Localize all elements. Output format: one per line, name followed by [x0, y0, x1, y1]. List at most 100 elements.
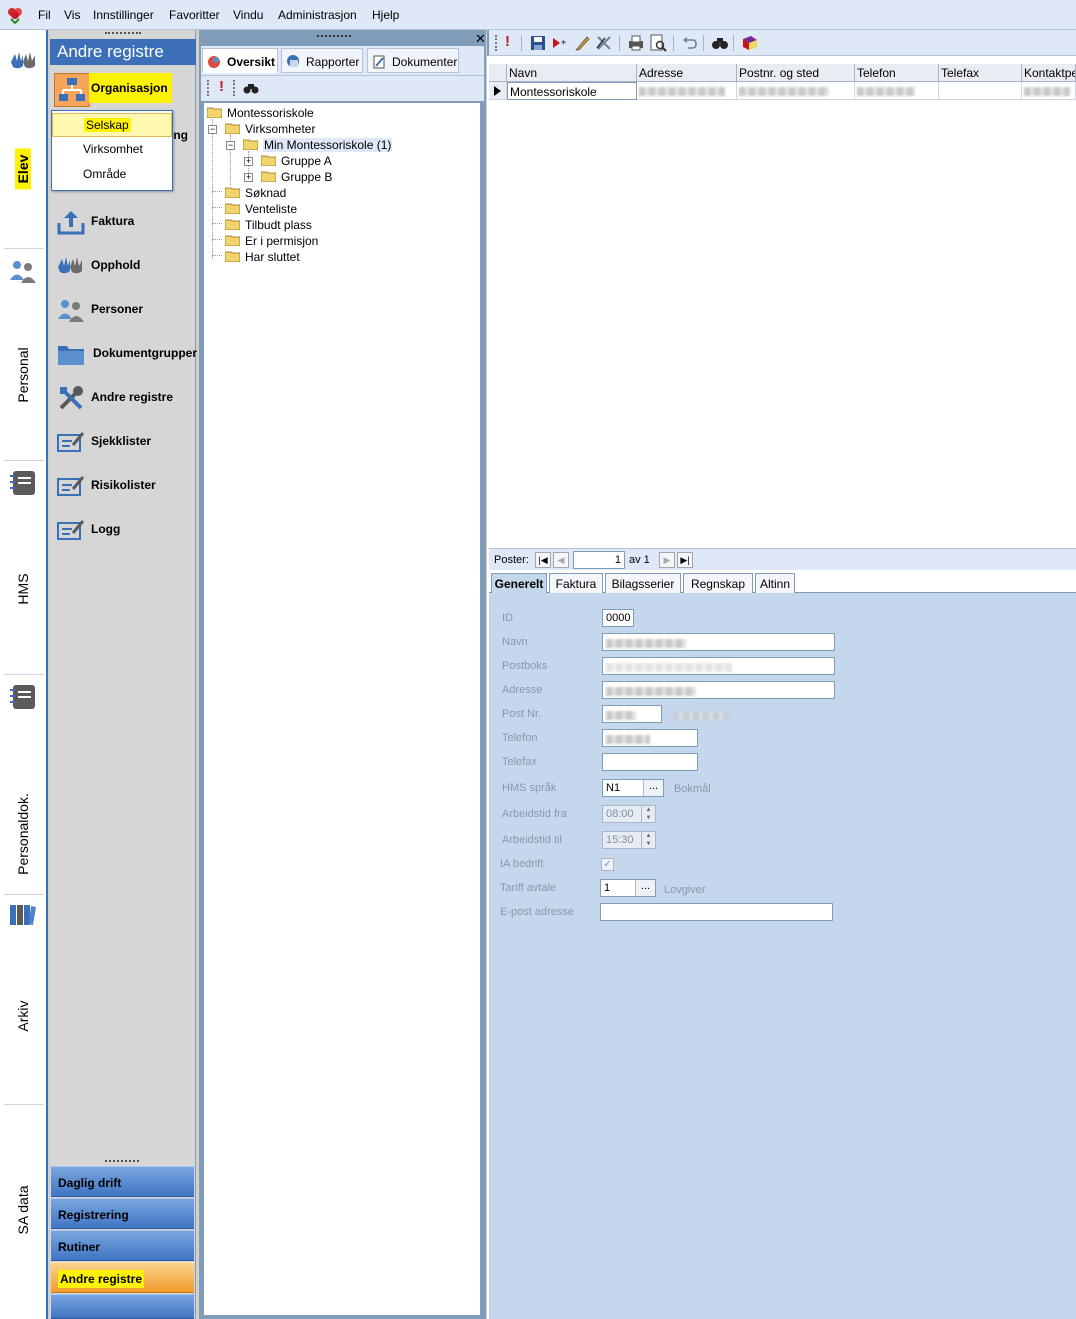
telefax-field[interactable] [602, 753, 698, 771]
tab-dokumenter[interactable]: Dokumenter [367, 48, 459, 73]
menu-help[interactable]: Hjelp [372, 8, 399, 22]
navn-field[interactable] [602, 633, 835, 651]
module-sa-data[interactable]: SA data [0, 1108, 46, 1308]
nav-item-andre-registre[interactable]: Andre registre [54, 381, 196, 415]
bottom-nav-registrering[interactable]: Registrering [51, 1198, 194, 1229]
print-icon[interactable] [627, 34, 645, 52]
id-field[interactable]: 0000 [602, 609, 634, 627]
folder-open-icon [243, 139, 258, 150]
table-cell-navn[interactable]: Montessoriskole [507, 82, 637, 100]
tab-faktura[interactable]: Faktura [549, 573, 603, 593]
postboks-field[interactable] [602, 657, 835, 675]
dropdown-item-omrade[interactable]: Område [52, 163, 172, 187]
nav-item-faktura[interactable]: Faktura [54, 205, 196, 239]
last-record-button[interactable]: ▶| [677, 552, 693, 568]
tab-rapporter[interactable]: Rapporter [281, 48, 363, 73]
edit-icon[interactable] [573, 34, 591, 52]
module-arkiv[interactable]: Arkiv [0, 898, 46, 1104]
ia-bedrift-checkbox[interactable]: ✓ [601, 858, 614, 871]
column-header[interactable]: Telefon [855, 64, 939, 82]
print-preview-icon[interactable] [649, 34, 667, 52]
column-header[interactable]: Navn [507, 64, 637, 82]
adresse-field[interactable] [602, 681, 835, 699]
column-header[interactable]: Kontaktper [1022, 64, 1076, 82]
arbeidstid-til-field[interactable]: 15:30 ▲ ▼ [602, 831, 656, 849]
menu-view[interactable]: Vis [64, 8, 80, 22]
postnr-field[interactable] [602, 705, 662, 723]
expand-toggle[interactable]: + [244, 173, 253, 182]
hands-icon [58, 257, 82, 274]
save-icon[interactable] [529, 34, 547, 52]
bottom-nav-rutiner[interactable]: Rutiner [51, 1230, 194, 1261]
tab-generelt[interactable]: Generelt [491, 573, 547, 593]
hms-sprak-field[interactable]: N1 ... [602, 779, 664, 797]
module-hms[interactable]: HMS [0, 464, 46, 674]
dropdown-item-virksomhet[interactable]: Virksomhet [52, 138, 172, 162]
menu-window[interactable]: Vindu [233, 8, 263, 22]
spinner-icon[interactable]: ▲ ▼ [641, 806, 655, 822]
delete-icon[interactable] [595, 34, 613, 52]
undo-icon[interactable] [681, 34, 699, 52]
menu-administration[interactable]: Administrasjon [278, 8, 357, 22]
bottom-nav-daglig-drift[interactable]: Daglig drift [51, 1166, 194, 1197]
table-cell-kontaktperson[interactable] [1022, 82, 1076, 100]
column-header[interactable]: Postnr. og sted [737, 64, 855, 82]
lookup-button[interactable]: ... [643, 780, 663, 796]
tab-altinn[interactable]: Altinn [755, 573, 795, 593]
find-icon[interactable] [243, 80, 259, 96]
column-header[interactable]: Telefax [939, 64, 1022, 82]
tab-oversikt[interactable]: Oversikt [202, 48, 278, 73]
rose-app-icon[interactable] [6, 6, 24, 24]
table-cell-telefax[interactable] [939, 82, 1022, 100]
nav-item-personer[interactable]: Personer [54, 293, 196, 327]
arbeidstid-fra-label: Arbeidstid fra [502, 808, 567, 820]
next-record-button[interactable]: ▶ [659, 552, 675, 568]
nav-item-organisasjon[interactable]: Organisasjon [54, 73, 196, 107]
nav-item-risikolister[interactable]: Risikolister [54, 469, 196, 503]
lookup-button[interactable]: ... [635, 880, 655, 896]
table-cell-telefon[interactable] [855, 82, 939, 100]
row-selector[interactable] [489, 82, 507, 100]
epost-field[interactable] [600, 903, 833, 921]
bottom-nav-grip[interactable] [105, 1160, 139, 1163]
tab-regnskap[interactable]: Regnskap [683, 573, 753, 593]
nav-item-sjekklister[interactable]: Sjekklister [54, 425, 196, 459]
bottom-nav-andre-registre[interactable]: Andre registre [51, 1262, 194, 1293]
column-header[interactable]: Adresse [637, 64, 737, 82]
collapse-toggle[interactable]: − [208, 125, 217, 134]
previous-record-button[interactable]: ◀ [553, 552, 569, 568]
find-icon[interactable] [711, 34, 729, 52]
nav-item-label: Organisasjon [89, 73, 172, 103]
tree-toolbar: ! [201, 75, 484, 101]
table-cell-postnr[interactable] [737, 82, 855, 100]
panel-grip[interactable] [105, 32, 141, 36]
nav-item-dokumentgrupper[interactable]: Dokumentgrupper [54, 337, 197, 371]
nav-item-opphold[interactable]: Opphold [54, 249, 196, 283]
module-elev[interactable]: Elev [0, 36, 46, 248]
module-personaldok[interactable]: Personaldok. [0, 678, 46, 894]
first-record-button[interactable]: |◀ [535, 552, 551, 568]
new-record-icon[interactable]: * [551, 34, 569, 52]
epost-label: E-post adresse [500, 906, 574, 918]
tariff-field[interactable]: 1 ... [600, 879, 656, 897]
module-personal[interactable]: Personal [0, 252, 46, 460]
menu-favorites[interactable]: Favoritter [169, 8, 220, 22]
alert-icon[interactable]: ! [219, 78, 224, 95]
menu-settings[interactable]: Innstillinger [93, 8, 154, 22]
table-cell-adresse[interactable] [637, 82, 737, 100]
arbeidstid-fra-field[interactable]: 08:00 ▲ ▼ [602, 805, 656, 823]
expand-toggle[interactable]: + [244, 157, 253, 166]
book-icon[interactable] [741, 34, 759, 52]
dropdown-item-selskap[interactable]: Selskap [52, 113, 172, 137]
telefon-field[interactable] [602, 729, 698, 747]
close-icon[interactable]: ✕ [475, 31, 486, 47]
redacted-text [606, 711, 636, 720]
tab-bilagsserier[interactable]: Bilagsserier [605, 573, 681, 593]
spinner-icon[interactable]: ▲ ▼ [641, 832, 655, 848]
pane-grip[interactable] [317, 35, 351, 38]
organisation-grid: Navn Adresse Postnr. og sted Telefon Tel… [489, 64, 1076, 584]
collapse-toggle[interactable]: − [226, 141, 235, 150]
record-number-input[interactable]: 1 [573, 551, 625, 569]
nav-item-logg[interactable]: Logg [54, 513, 196, 547]
menu-file[interactable]: Fil [38, 8, 51, 22]
